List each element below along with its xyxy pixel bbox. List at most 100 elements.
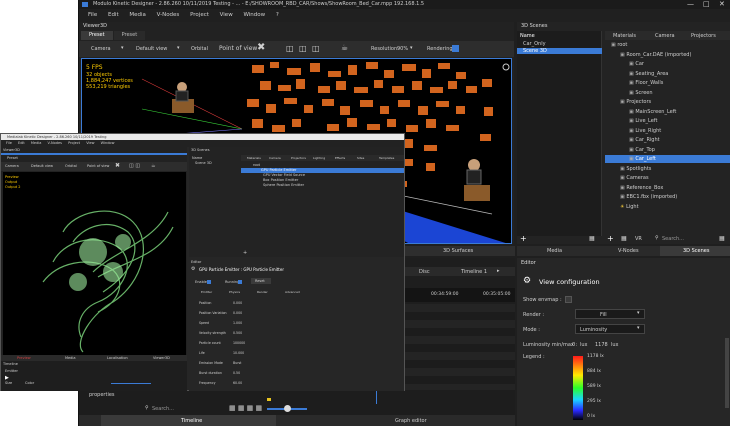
maximize-icon[interactable]: □	[703, 0, 710, 9]
tree-node[interactable]: ▣ Car_Top	[605, 146, 730, 154]
timeline-ruler[interactable]: 00:34:59:00 00:35:05:00	[405, 288, 515, 302]
sub-enabled-toggle[interactable]	[207, 280, 211, 284]
search-input[interactable]: Search...	[662, 236, 684, 242]
sub-tree-row[interactable]: Sphere Position Emitter	[263, 183, 304, 187]
tree-node[interactable]: ▣ MainScreen_Left	[605, 108, 730, 116]
sub-tree-tab[interactable]: Templates	[379, 156, 394, 160]
tree-node[interactable]: ▣ Live_Left	[605, 117, 730, 125]
rendering-toggle[interactable]	[452, 45, 459, 52]
sub-default-view-select[interactable]: Default view	[31, 164, 53, 168]
tab-preset-1[interactable]: Preset	[81, 31, 113, 40]
sub-timeline-row[interactable]: Color	[25, 381, 34, 385]
sub-tree-tab[interactable]: Effects	[335, 156, 345, 160]
sub-cross-arrows-icon[interactable]: ✖	[115, 162, 120, 169]
sub-add-icon[interactable]: +	[243, 250, 247, 256]
sub-running-toggle[interactable]	[238, 280, 242, 284]
scene-item-selected[interactable]: Scene 3D	[517, 48, 602, 54]
sub-menu-edit[interactable]: Edit	[18, 141, 25, 145]
editor-scrollbar[interactable]	[725, 338, 729, 408]
tree-node[interactable]: ▣ Spotlights	[605, 165, 730, 173]
scene-item[interactable]: Car_Only	[517, 41, 602, 47]
align-left-icon[interactable]: ◫	[286, 44, 294, 53]
tab-media[interactable]: Media	[547, 248, 562, 254]
sub-menu-window[interactable]: Window	[101, 141, 115, 145]
tree-node[interactable]: ▣ Car_Right	[605, 136, 730, 144]
sub-tree-tab[interactable]: Projectors	[291, 156, 306, 160]
sub-point-of-view-button[interactable]: Point of view	[87, 164, 109, 168]
align-right-icon[interactable]: ◫	[312, 44, 320, 53]
tab-projectors[interactable]: Projectors	[691, 33, 716, 39]
default-view-select[interactable]: Default view	[136, 46, 167, 52]
sub-tab-preview[interactable]: Preview	[17, 356, 31, 360]
sub-field-value[interactable]: 1.000	[233, 321, 242, 325]
tree-node-selected[interactable]: ▣ Car_Left	[605, 155, 730, 163]
menu-help[interactable]: ?	[276, 12, 279, 18]
sub-field-value[interactable]: 100000	[233, 341, 245, 345]
point-of-view-button[interactable]: Point of view	[219, 45, 257, 52]
menu-media[interactable]: Media	[129, 12, 146, 18]
sub-menu-vnodes[interactable]: V-Nodes	[48, 141, 62, 145]
tab-graph-editor[interactable]: Graph editor	[395, 418, 427, 424]
orbital-button[interactable]: Orbital	[191, 46, 208, 52]
cross-arrows-icon[interactable]: ✖	[257, 42, 265, 53]
playhead-marker[interactable]	[267, 398, 271, 401]
sub-editor-tab[interactable]: Emitter	[201, 290, 212, 294]
timeline-tracks[interactable]	[405, 304, 515, 404]
tree-node[interactable]: ▣ Room_Car.DAE (imported)	[605, 51, 730, 59]
minimize-icon[interactable]: —	[687, 0, 694, 9]
luminosity-min-input[interactable]: 0	[572, 342, 575, 348]
sub-field-value[interactable]: 0.500	[233, 331, 242, 335]
tab-materials[interactable]: Materials	[613, 33, 636, 39]
sub-tab-viewer3d[interactable]: Viewer3D	[153, 356, 170, 360]
sub-menu-media[interactable]: Media	[31, 141, 42, 145]
tree-node[interactable]: ▣ Screen	[605, 89, 730, 97]
menu-edit[interactable]: Edit	[108, 12, 119, 18]
camera-select[interactable]: Camera	[91, 46, 111, 52]
menu-view[interactable]: View	[220, 12, 233, 18]
sub-timeline-row[interactable]: Size	[5, 381, 12, 385]
sub-camera-select[interactable]: Camera	[5, 164, 19, 168]
sub-timeline-row[interactable]: Emitter	[5, 369, 18, 373]
menu-vnodes[interactable]: V-Nodes	[157, 12, 180, 18]
menu-file[interactable]: File	[88, 12, 97, 18]
delete-search-icon[interactable]: ▦	[719, 235, 725, 242]
sub-editor-tab[interactable]: Advanced	[285, 290, 300, 294]
timeline-tools-icon[interactable]: ▦ ▦ ▦ ▦	[229, 404, 262, 412]
tab-vnodes[interactable]: V-Nodes	[618, 248, 639, 254]
tab-3d-surfaces[interactable]: 3D Surfaces	[443, 248, 473, 254]
tab-preset-2[interactable]: Preset	[113, 31, 146, 40]
tab-disc[interactable]: Disc	[419, 269, 430, 275]
tree-node[interactable]: ▣ Projectors	[605, 98, 730, 106]
sub-tab-preset[interactable]: Preset	[7, 156, 18, 160]
align-center-icon[interactable]: ◫	[299, 44, 307, 53]
menu-project[interactable]: Project	[190, 12, 209, 18]
tree-node[interactable]: ▣ Seating_Area	[605, 70, 730, 78]
teapot-icon[interactable]: ☕	[341, 43, 348, 52]
sub-align-icon[interactable]: ◫ ◫	[129, 163, 140, 169]
menu-window[interactable]: Window	[243, 12, 265, 18]
tree-node[interactable]: ▣ Floor_Walls	[605, 79, 730, 87]
sub-tree-tab[interactable]: Camera	[269, 156, 281, 160]
tree-node[interactable]: ☀ Light	[605, 203, 730, 211]
zoom-slider-handle[interactable]	[284, 405, 291, 412]
sub-tree-tab[interactable]: Lighting	[313, 156, 325, 160]
sub-menu-view[interactable]: View	[86, 141, 94, 145]
tree-node[interactable]: ▣ Car	[605, 60, 730, 68]
add-node-icon[interactable]: +	[607, 234, 614, 243]
sub-tree-row[interactable]: root	[253, 163, 260, 167]
add-icon[interactable]: +	[520, 234, 527, 243]
sub-editor-tab[interactable]: Render	[257, 290, 268, 294]
sub-field-value[interactable]: Burst	[233, 361, 241, 365]
sub-tree-tab[interactable]: Materials	[247, 156, 261, 160]
sub-field-value[interactable]: 0.50	[233, 371, 240, 375]
sub-orbital-button[interactable]: Orbital	[65, 164, 77, 168]
vr-button[interactable]: VR	[635, 236, 642, 242]
sub-tree-row[interactable]: Box Position Emitter	[263, 178, 298, 182]
close-tab-icon[interactable]: ▸	[497, 268, 500, 274]
sub-tree-row[interactable]: GPU Vector Field Source	[263, 173, 305, 177]
sub-field-value[interactable]: 0.000	[233, 301, 242, 305]
tree-node[interactable]: ▣ Reference_Box	[605, 184, 730, 192]
sub-menu-project[interactable]: Project	[68, 141, 80, 145]
tree-node[interactable]: ▣ EBC1.fbx (imported)	[605, 193, 730, 201]
tree-node[interactable]: ▣ Cameras	[605, 174, 730, 182]
